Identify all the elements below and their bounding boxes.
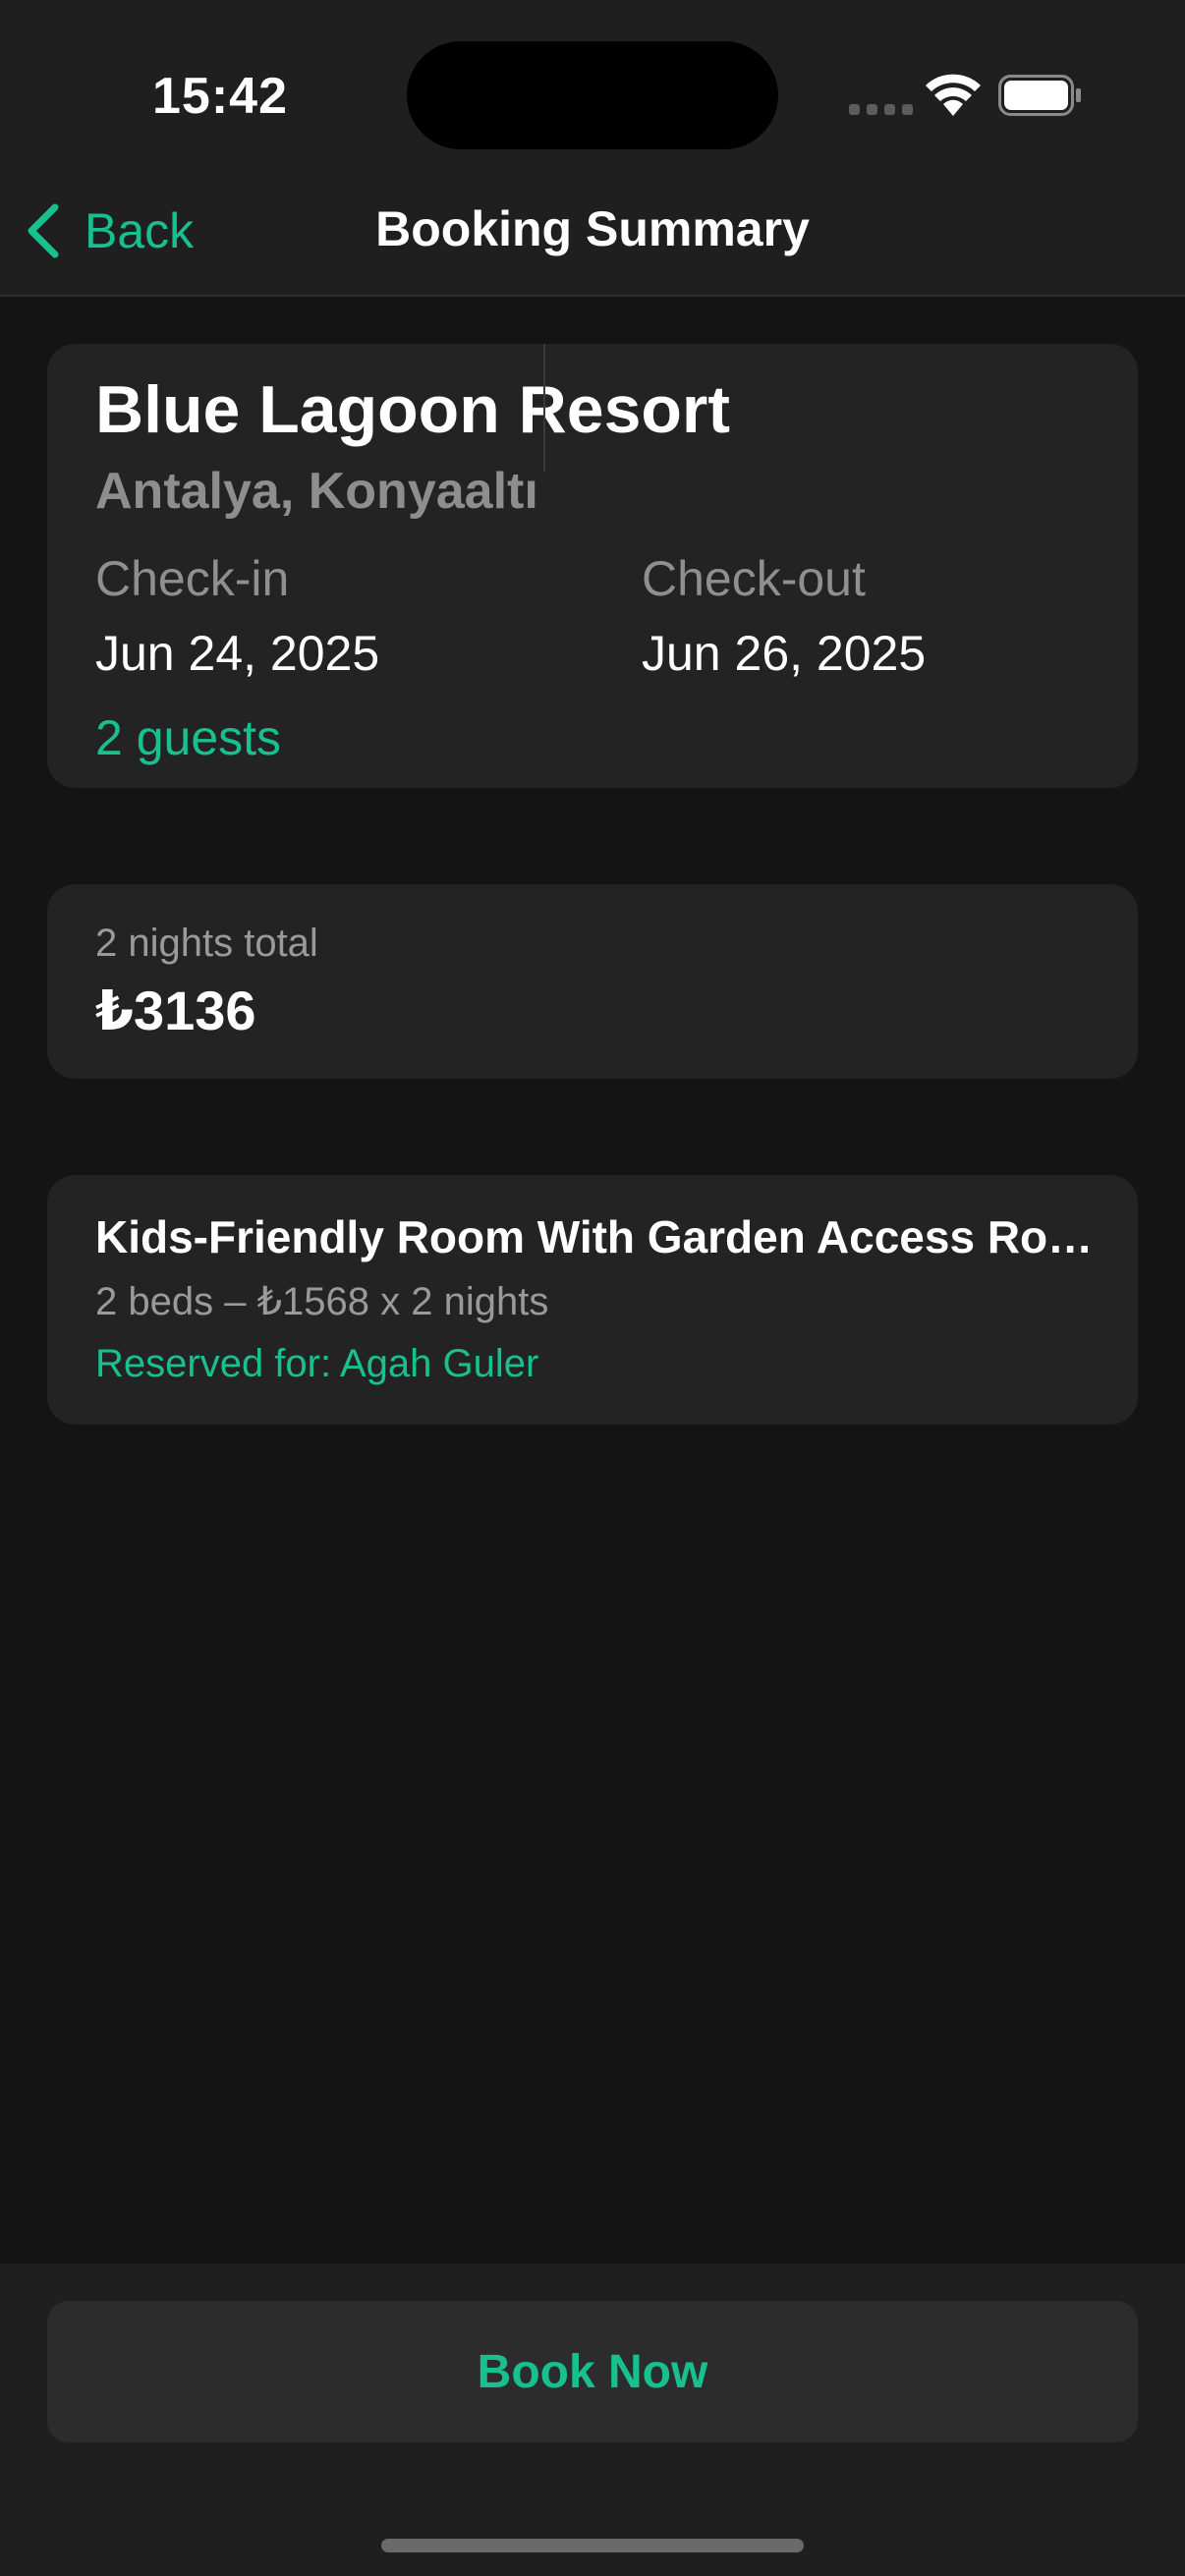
price-total-card: 2 nights total ₺3136 — [47, 884, 1138, 1079]
date-divider — [543, 344, 545, 472]
hotel-summary-card: Blue Lagoon Resort Antalya, Konyaaltı Ch… — [47, 344, 1138, 788]
book-now-label: Book Now — [477, 2345, 708, 2398]
book-now-button[interactable]: Book Now — [47, 2301, 1138, 2442]
battery-icon — [998, 75, 1081, 116]
guest-count: 2 guests — [95, 710, 282, 765]
room-name: Kids-Friendly Room With Garden Access Ro… — [95, 1211, 1107, 1262]
nights-total-label: 2 nights total — [95, 922, 318, 965]
signal-dots-icon — [849, 104, 913, 115]
price-total: ₺3136 — [95, 980, 256, 1041]
bottom-bar: Book Now — [0, 2264, 1185, 2576]
check-out-column: Check-out Jun 26, 2025 — [642, 550, 926, 682]
hotel-name: Blue Lagoon Resort — [95, 372, 731, 447]
header: 15:42 Back Booking Summary — [0, 0, 1185, 297]
check-in-date: Jun 24, 2025 — [95, 626, 380, 681]
hotel-location: Antalya, Konyaaltı — [95, 463, 538, 520]
page-title: Booking Summary — [375, 201, 810, 256]
check-out-date: Jun 26, 2025 — [642, 626, 927, 681]
room-detail: 2 beds – ₺1568 x 2 nights — [95, 1280, 549, 1323]
dynamic-island — [407, 41, 778, 149]
check-in-column: Check-in Jun 24, 2025 — [95, 550, 379, 682]
stay-dates: Check-in Jun 24, 2025 Check-out Jun 26, … — [95, 550, 1090, 681]
room-reserved-for: Reserved for: Agah Guler — [95, 1342, 539, 1385]
booking-summary-screen: 15:42 Back Booking Summary Blue Lagoon R… — [0, 0, 1185, 2576]
wifi-icon — [926, 74, 981, 116]
room-card: Kids-Friendly Room With Garden Access Ro… — [47, 1175, 1138, 1425]
home-indicator — [381, 2539, 804, 2552]
check-out-label: Check-out — [642, 551, 866, 606]
check-in-label: Check-in — [95, 551, 290, 606]
status-time: 15:42 — [152, 68, 288, 125]
